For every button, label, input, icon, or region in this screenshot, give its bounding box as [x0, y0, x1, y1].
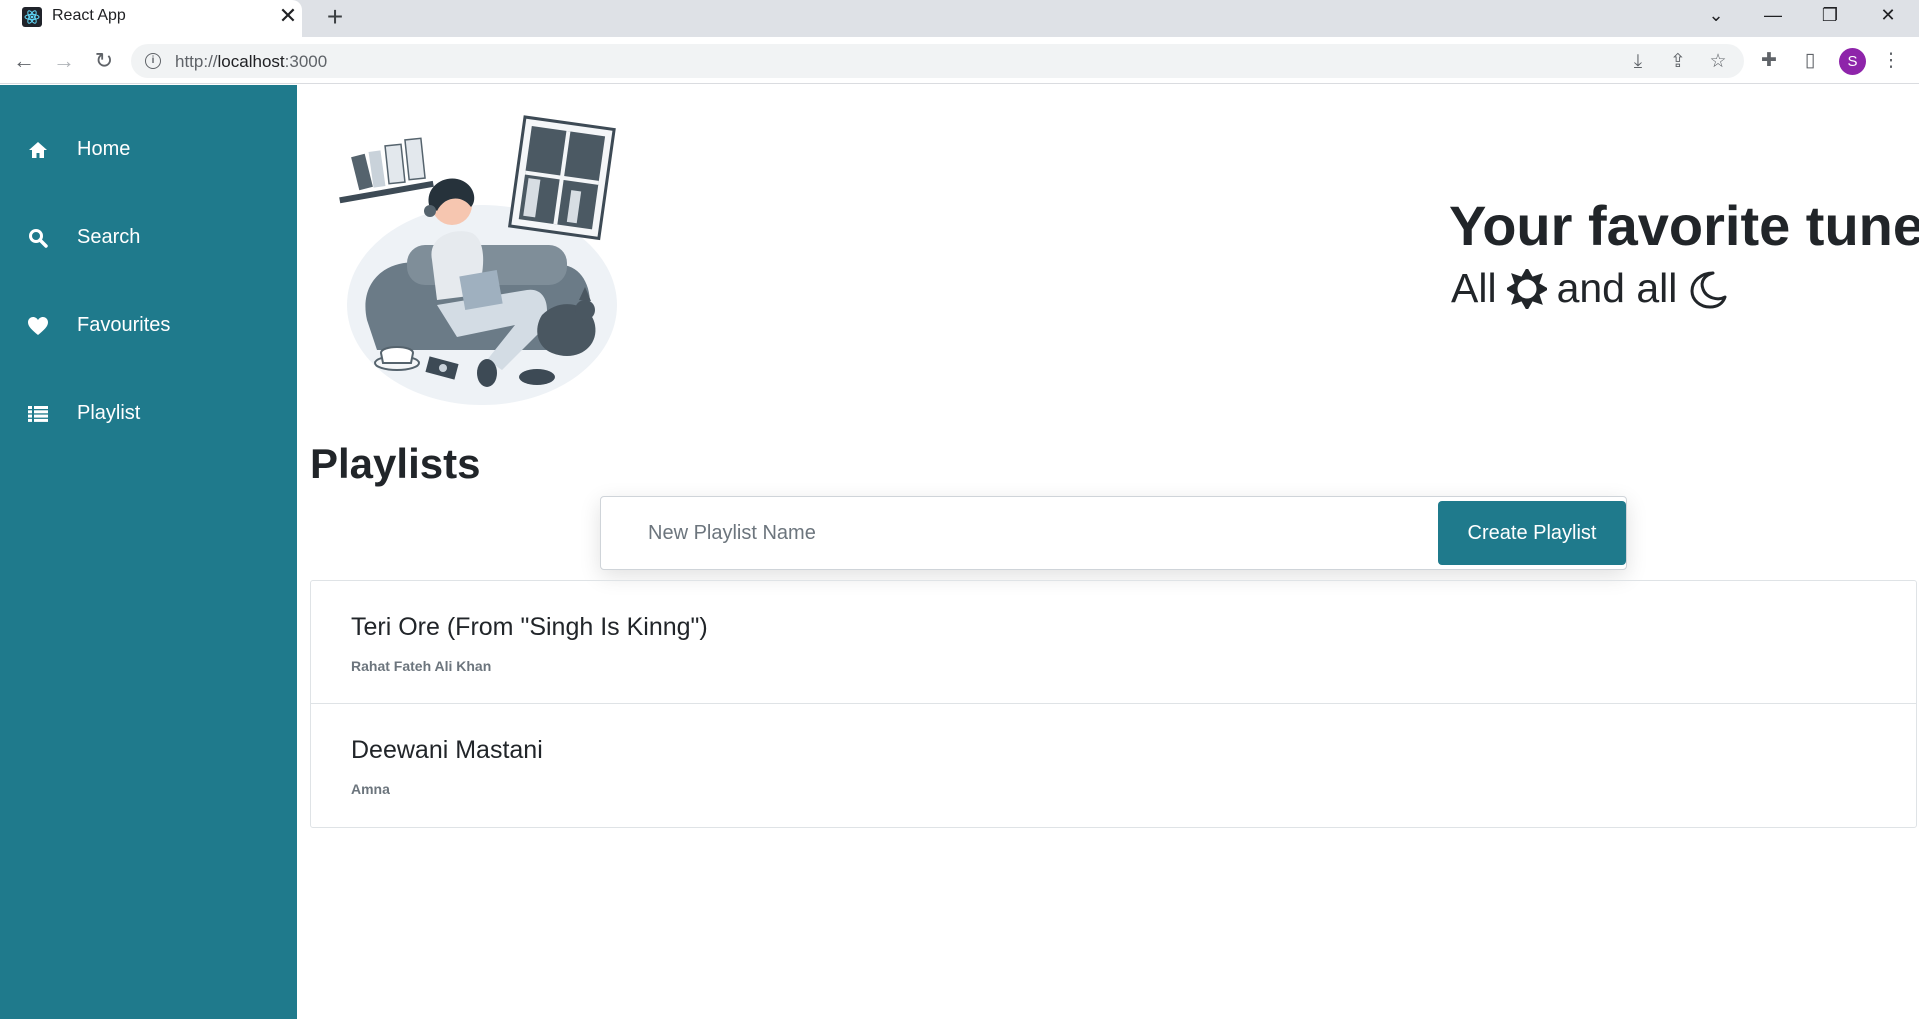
sidebar-item-label: Search [77, 226, 141, 248]
hero-title: Your favorite tunes [1449, 194, 1919, 257]
moon-icon [1690, 271, 1727, 308]
sidebar-item-favourites[interactable]: Favourites [0, 301, 297, 351]
sidebar-item-search[interactable]: Search [0, 213, 297, 263]
browser-tab-strip: React App ✕ + ⌄ — ❐ ✕ [0, 0, 1919, 37]
address-bar[interactable]: i http://localhost:3000 ⤓ ⇪ ☆ [131, 44, 1744, 78]
list-item[interactable]: Deewani Mastani Amna [311, 704, 1916, 827]
minimize-icon[interactable]: — [1745, 0, 1801, 30]
hero-subtitle: All and all [1451, 265, 1737, 312]
close-tab-icon[interactable]: ✕ [276, 4, 300, 28]
sidebar-item-label: Favourites [77, 314, 171, 336]
create-playlist-button[interactable]: Create Playlist [1438, 501, 1626, 565]
profile-avatar[interactable]: S [1839, 48, 1866, 75]
bookmark-star-icon[interactable]: ☆ [1706, 50, 1730, 74]
heart-icon [26, 314, 50, 338]
music-listener-illustration [337, 115, 637, 405]
reload-icon[interactable]: ↻ [90, 47, 118, 75]
new-tab-button[interactable]: + [320, 2, 350, 32]
playlists-heading: Playlists [310, 440, 481, 487]
restore-icon[interactable]: ❐ [1802, 0, 1858, 30]
sun-icon [1506, 268, 1547, 309]
list-item[interactable]: Teri Ore (From "Singh Is Kinng") Rahat F… [311, 581, 1916, 704]
search-icon [26, 226, 50, 250]
main-content: Your favorite tunes All and all Playlist… [297, 85, 1919, 1019]
new-playlist-name-input[interactable] [603, 499, 1423, 567]
extensions-icon[interactable]: ✚ [1757, 49, 1781, 73]
hero-subtitle-start: All [1451, 265, 1497, 311]
create-playlist-form: Create Playlist [600, 496, 1627, 570]
sidebar: Home Search Favourites Playlist [0, 85, 297, 1019]
share-icon[interactable]: ⇪ [1666, 50, 1690, 74]
sidebar-item-playlist[interactable]: Playlist [0, 389, 297, 439]
playlist-track-list: Teri Ore (From "Singh Is Kinng") Rahat F… [310, 580, 1917, 828]
track-title: Teri Ore (From "Singh Is Kinng") [351, 613, 708, 641]
sidebar-item-label: Home [77, 138, 131, 160]
tab-search-icon[interactable]: ⌄ [1688, 0, 1744, 30]
track-artist: Amna [351, 781, 390, 797]
track-title: Deewani Mastani [351, 736, 543, 764]
react-favicon-icon [22, 7, 42, 27]
menu-dots-icon[interactable]: ⋮ [1879, 49, 1903, 73]
forward-icon[interactable]: → [50, 47, 78, 75]
window-close-icon[interactable]: ✕ [1860, 0, 1916, 30]
track-artist: Rahat Fateh Ali Khan [351, 658, 492, 674]
tab-title: React App [52, 7, 126, 24]
site-info-icon[interactable]: i [145, 53, 161, 69]
back-icon[interactable]: ← [10, 47, 38, 75]
hero-subtitle-middle: and all [1556, 265, 1678, 311]
sidebar-item-label: Playlist [77, 402, 141, 424]
home-icon [26, 138, 50, 162]
install-app-icon[interactable]: ⤓ [1626, 50, 1650, 74]
side-panel-icon[interactable]: ▯ [1798, 49, 1822, 73]
browser-tab[interactable]: React App ✕ [0, 0, 302, 37]
browser-toolbar: ← → ↻ i http://localhost:3000 ⤓ ⇪ ☆ ✚ ▯ … [0, 37, 1919, 84]
url-text[interactable]: http://localhost:3000 [175, 52, 327, 72]
sidebar-item-home[interactable]: Home [0, 125, 297, 175]
list-icon [26, 402, 50, 426]
